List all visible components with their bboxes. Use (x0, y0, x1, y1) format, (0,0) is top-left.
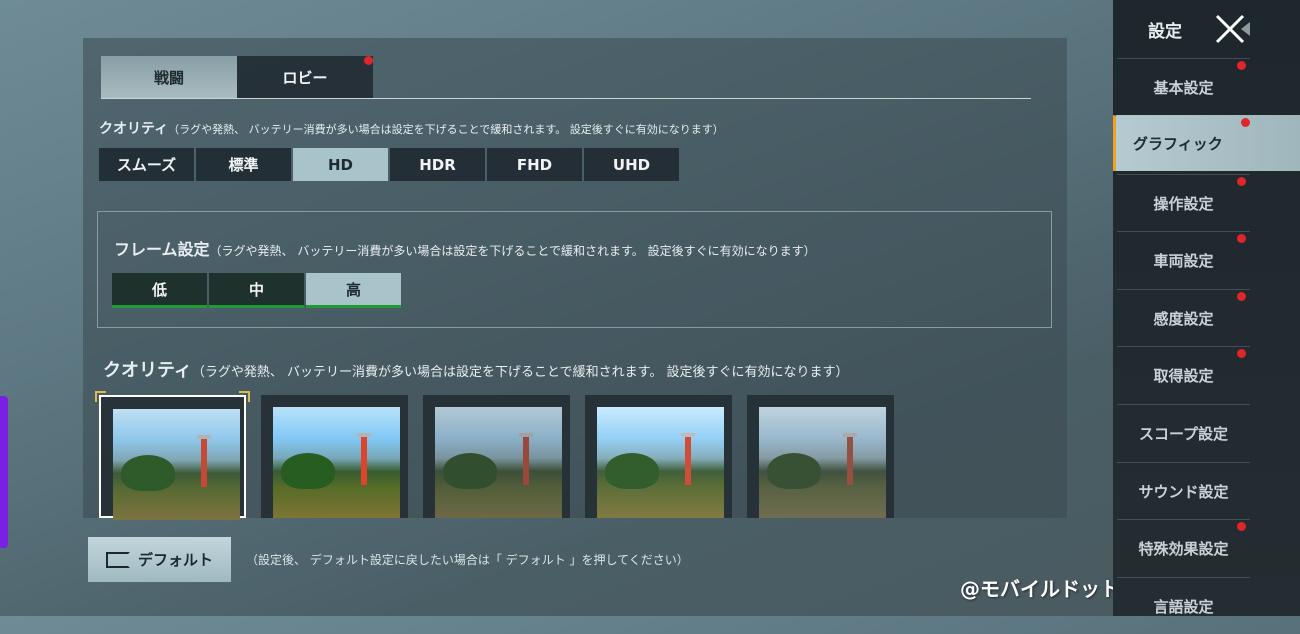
style-thumbnail[interactable] (747, 395, 894, 518)
settings-tabs: 戦闘 ロビー (101, 56, 1031, 99)
sidebar-item-label: 特殊効果設定 (1138, 539, 1229, 558)
quality-option-hd[interactable]: HD (293, 148, 388, 181)
sidebar-item-effects[interactable]: 特殊効果設定 (1117, 519, 1250, 576)
quality-option-hdr[interactable]: HDR (390, 148, 485, 181)
frame-note: （ラグや発熱、 バッテリー消費が多い場合は設定を下げることで緩和されます。 設定… (209, 244, 816, 258)
tab-battle[interactable]: 戦闘 (101, 56, 237, 98)
notification-dot (1237, 61, 1246, 70)
settings-sidebar: 設定 基本設定 グラフィック 操作設定 車両設定 感度設定 取得設定 スコープ設… (1113, 0, 1300, 616)
style-thumbnail[interactable] (423, 395, 570, 518)
sidebar-item-label: 操作設定 (1153, 194, 1214, 213)
frame-rate-selector: 低 中 高 (112, 273, 403, 308)
quality-label: クオリティ（ラグや発熱、 バッテリー消費が多い場合は設定を下げることで緩和されま… (99, 118, 724, 138)
notification-dot (1241, 118, 1250, 127)
sidebar-item-label: 車両設定 (1153, 251, 1214, 270)
quality-option-fhd[interactable]: FHD (487, 148, 582, 181)
sidebar-item-label: 基本設定 (1153, 78, 1214, 97)
sidebar-item-scope[interactable]: スコープ設定 (1117, 404, 1250, 461)
frame-label: フレーム設定（ラグや発熱、 バッテリー消費が多い場合は設定を下げることで緩和され… (114, 236, 816, 260)
sidebar-item-sensitivity[interactable]: 感度設定 (1117, 289, 1250, 346)
sidebar-item-sound[interactable]: サウンド設定 (1117, 462, 1250, 519)
style-preview-image (435, 407, 562, 518)
quality-title: クオリティ (99, 121, 169, 137)
quality-option-smooth[interactable]: スムーズ (99, 148, 194, 181)
quality-option-standard[interactable]: 標準 (196, 148, 291, 181)
sidebar-item-basic[interactable]: 基本設定 (1117, 58, 1250, 115)
notification-dot (364, 56, 373, 65)
style-preview-image (113, 409, 240, 520)
selection-corner (95, 391, 106, 402)
style-thumbnails (95, 391, 909, 520)
notification-dot (1237, 177, 1246, 186)
sidebar-item-language[interactable]: 言語設定 (1117, 577, 1250, 634)
style-thumbnail[interactable] (261, 395, 408, 518)
graphics-settings-panel: 戦闘 ロビー クオリティ（ラグや発熱、 バッテリー消費が多い場合は設定を下げるこ… (83, 38, 1067, 520)
default-button[interactable]: デフォルト (88, 537, 231, 582)
sidebar-item-label: 取得設定 (1153, 366, 1214, 385)
sidebar-item-label: グラフィック (1133, 135, 1223, 153)
notification-dot (1237, 349, 1246, 358)
frame-option-medium[interactable]: 中 (209, 273, 304, 308)
notification-dot (1237, 234, 1246, 243)
frame-settings-box: フレーム設定（ラグや発熱、 バッテリー消費が多い場合は設定を下げることで緩和され… (97, 211, 1052, 328)
tab-lobby-label: ロビー (282, 68, 328, 87)
quality-option-uhd[interactable]: UHD (584, 148, 679, 181)
close-icon[interactable] (1213, 12, 1251, 46)
style-thumbnail[interactable] (95, 391, 250, 520)
style-label: クオリティ（ラグや発熱、 バッテリー消費が多い場合は設定を下げることで緩和されま… (103, 356, 849, 382)
style-preview-image (597, 407, 724, 518)
default-button-label: デフォルト (137, 551, 213, 569)
frame-title: フレーム設定 (114, 240, 210, 259)
sidebar-item-label: 感度設定 (1153, 309, 1214, 328)
quality-selector: スムーズ 標準 HD HDR FHD UHD (99, 148, 681, 181)
style-thumbnail[interactable] (585, 395, 732, 518)
notification-dot (1237, 522, 1246, 531)
quality-note: （ラグや発熱、 バッテリー消費が多い場合は設定を下げることで緩和されます。 設定… (168, 123, 724, 136)
tab-lobby[interactable]: ロビー (237, 56, 373, 98)
selection-corner (239, 391, 250, 402)
style-note: （ラグや発熱、 バッテリー消費が多い場合は設定を下げることで緩和されます。 設定… (191, 365, 849, 380)
sidebar-item-label: スコープ設定 (1138, 424, 1229, 443)
sidebar-item-label: 言語設定 (1153, 597, 1214, 616)
style-preview-image (759, 407, 886, 518)
sidebar-title: 設定 (1148, 22, 1182, 42)
notification-dot (1237, 292, 1246, 301)
sidebar-item-pickup[interactable]: 取得設定 (1117, 346, 1250, 403)
reset-icon (105, 551, 130, 568)
sidebar-item-controls[interactable]: 操作設定 (1117, 174, 1250, 231)
default-hint: （設定後、 デフォルト設定に戻したい場合は「 デフォルト 」を押してください） (246, 553, 689, 567)
style-preview-image (273, 407, 400, 518)
sidebar-item-graphics[interactable]: グラフィック (1113, 115, 1300, 171)
tab-battle-label: 戦闘 (153, 68, 184, 87)
sidebar-item-label: サウンド設定 (1138, 482, 1229, 501)
frame-option-high[interactable]: 高 (306, 273, 401, 308)
frame-option-low[interactable]: 低 (112, 273, 207, 308)
left-edge-accent (0, 396, 8, 548)
sidebar-item-vehicle[interactable]: 車両設定 (1117, 231, 1250, 288)
style-title: クオリティ (103, 360, 192, 381)
